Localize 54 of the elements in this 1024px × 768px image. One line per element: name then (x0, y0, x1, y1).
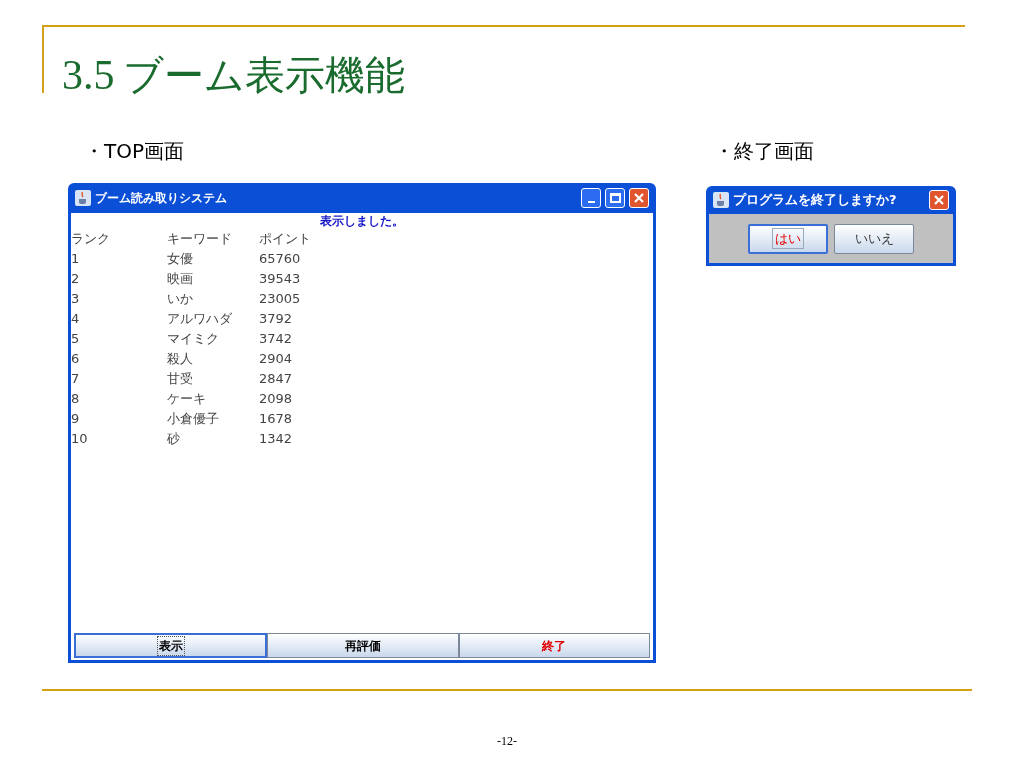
table-cell-text: 1342 (259, 430, 294, 449)
table-cell-text: 小倉優子 (167, 410, 220, 429)
maximize-button[interactable] (605, 188, 625, 208)
table-cell-text: 23005 (259, 290, 302, 309)
table-cell-text: 7 (71, 370, 81, 389)
table-cell-text: マイミク (167, 330, 220, 349)
table-cell-text: ケーキ (167, 390, 207, 409)
java-cup-icon (713, 192, 729, 208)
action-button[interactable]: 表示 (74, 633, 268, 658)
close-button[interactable] (929, 190, 949, 210)
table-cell-text: 女優 (167, 250, 194, 269)
table-cell-text: 殺人 (167, 350, 194, 369)
column-header: ランク (71, 230, 111, 249)
close-icon (633, 192, 645, 204)
window-title: ブーム読み取りシステム (95, 190, 228, 207)
close-button[interactable] (629, 188, 649, 208)
java-cup-icon (75, 190, 91, 206)
dialog-button[interactable]: はい (748, 223, 828, 254)
action-button[interactable]: 再評価 (267, 633, 459, 658)
table-cell-text: 65760 (259, 250, 302, 269)
slide-title-number: 3.5 (62, 51, 115, 100)
table-cell-text: 4 (71, 310, 81, 329)
table-cell-text: いか (167, 290, 194, 309)
table-cell-text: 砂 (167, 430, 181, 449)
table-cell-text: 8 (71, 390, 81, 409)
close-icon (933, 194, 945, 206)
table-cell-text: 映画 (167, 270, 194, 289)
table-cell-text: 10 (71, 430, 89, 449)
status-message: 表示しました。 (319, 213, 405, 229)
table-cell-text: 39543 (259, 270, 302, 289)
table-cell-text: 3742 (259, 330, 294, 349)
section-label: ・TOP画面 (84, 138, 185, 165)
table-cell-text: 3792 (259, 310, 294, 329)
dialog-button[interactable]: いいえ (834, 223, 914, 254)
table-cell-text: 1 (71, 250, 81, 269)
table-cell-text: 2847 (259, 370, 294, 389)
table-cell-text: 2098 (259, 390, 294, 409)
section-label: ・終了画面 (714, 138, 814, 165)
minimize-button[interactable] (581, 188, 601, 208)
table-cell-text: 2 (71, 270, 81, 289)
table-cell-text: 9 (71, 410, 81, 429)
table-cell-text: 3 (71, 290, 81, 309)
page-number: -12- (497, 733, 517, 750)
slide-title: ブーム表示機能 (122, 51, 405, 100)
table-cell-text: 6 (71, 350, 81, 369)
action-button[interactable]: 終了 (458, 633, 650, 658)
table-cell-text: 2904 (259, 350, 294, 369)
table-cell-text: 1678 (259, 410, 294, 429)
table-cell-text: 甘受 (167, 370, 194, 389)
dialog-title: プログラムを終了しますか? (733, 191, 898, 210)
table-cell-text: 5 (71, 330, 81, 349)
column-header: キーワード (167, 230, 233, 249)
table-cell-text: アルワハダ (167, 310, 233, 329)
column-header: ポイント (259, 230, 312, 249)
